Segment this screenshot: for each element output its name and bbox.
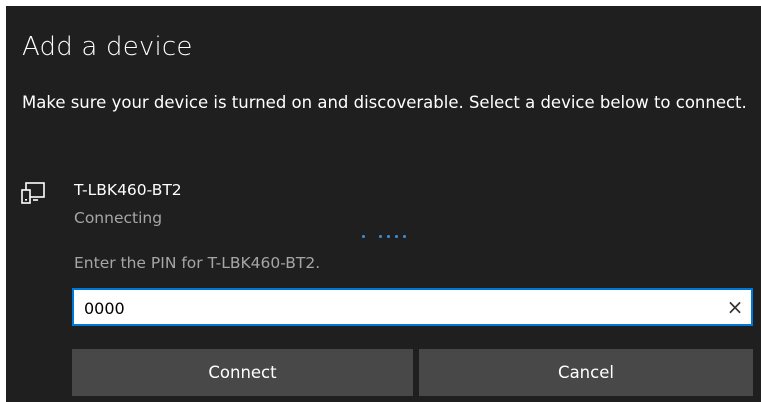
progress-dot	[379, 235, 382, 238]
pin-field[interactable]: ×	[72, 288, 753, 326]
dialog-instructions: Make sure your device is turned on and d…	[22, 93, 747, 112]
pin-prompt: Enter the PIN for T-LBK460-BT2.	[74, 254, 321, 272]
device-status: Connecting	[74, 209, 163, 227]
connect-button[interactable]: Connect	[72, 349, 413, 396]
device-name[interactable]: T-LBK460-BT2	[74, 181, 182, 199]
dialog-title: Add a device	[22, 32, 193, 62]
progress-dot	[395, 235, 398, 238]
add-device-dialog: Add a device Make sure your device is tu…	[6, 6, 761, 402]
progress-dot	[403, 235, 406, 238]
cancel-button[interactable]: Cancel	[419, 349, 753, 396]
progress-dot	[362, 235, 365, 238]
pin-input[interactable]	[84, 296, 704, 320]
progress-indicator	[362, 234, 432, 242]
device-icon	[21, 182, 45, 204]
progress-dot	[387, 235, 390, 238]
clear-icon[interactable]: ×	[725, 297, 745, 317]
